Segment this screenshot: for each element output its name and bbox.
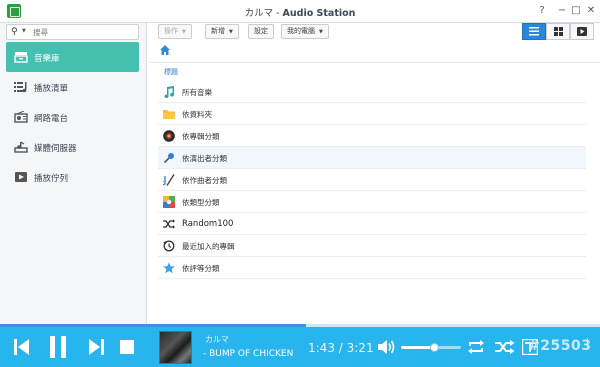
album-icon [163, 130, 175, 142]
time-current: 1:43 [308, 341, 335, 355]
settings-button[interactable]: 設定 [248, 24, 274, 39]
radio-icon [14, 110, 28, 123]
maximize-icon[interactable]: □ [570, 4, 582, 18]
chevron-down-icon[interactable]: ▼ [22, 28, 26, 34]
list-view-button[interactable] [522, 23, 546, 40]
list-item-recently-added[interactable]: 最近加入的專輯 [158, 235, 586, 257]
cover-flow-view-button[interactable] [570, 23, 594, 40]
list-item-all-music[interactable]: 所有音樂 [158, 81, 586, 103]
column-header-title[interactable]: 標題 [164, 67, 178, 77]
track-artist: - BUMP OF CHICKEN [203, 349, 294, 359]
window-title-app: Audio Station [282, 8, 356, 19]
sidebar-item-label: 媒體伺服器 [34, 144, 77, 154]
music-note-icon [163, 86, 175, 99]
list-item-by-genre[interactable]: 依類型分類 [158, 191, 586, 213]
play-queue-icon [14, 171, 28, 183]
genre-icon [163, 196, 175, 208]
help-icon[interactable]: ? [536, 4, 548, 18]
search-icon[interactable]: ⚲ [11, 27, 18, 38]
shuffle-icon [163, 218, 175, 230]
repeat-icon[interactable] [467, 339, 485, 357]
library-icon [14, 51, 28, 63]
watermark: #25503 [528, 338, 592, 354]
new-button-label: 新增 [211, 27, 225, 35]
chevron-down-icon: ▼ [182, 29, 186, 35]
list-item-by-artist[interactable]: 依演出者分類 [158, 147, 586, 169]
folder-icon [163, 108, 175, 120]
grid-view-icon [553, 27, 563, 36]
list-item-label: 依評等分類 [182, 264, 220, 273]
settings-button-label: 設定 [254, 27, 268, 35]
album-cover[interactable] [159, 331, 192, 364]
playlist-icon [14, 81, 28, 93]
media-server-icon [14, 141, 28, 153]
chevron-down-icon: ▼ [229, 29, 233, 35]
list-item-by-rating[interactable]: 依評等分類 [158, 257, 586, 279]
window-title-track: カルマ - [244, 8, 283, 19]
list-item-by-album[interactable]: 依專輯分類 [158, 125, 586, 147]
player-bar: カルマ - BUMP OF CHICKEN 1:43 / 3:21 #25503… [0, 327, 600, 367]
search-input[interactable] [33, 26, 133, 38]
list-item-random100[interactable]: Random100 [158, 213, 586, 235]
my-computer-button-label: 我的電腦 [287, 27, 315, 35]
sidebar-item-media-server[interactable]: 媒體伺服器 [6, 132, 139, 162]
pause-icon[interactable] [49, 336, 67, 358]
grid-view-button[interactable] [546, 23, 570, 40]
chevron-down-icon: ▼ [319, 29, 323, 35]
home-icon[interactable] [160, 45, 170, 55]
time-separator: / [334, 341, 347, 355]
composer-icon [160, 174, 175, 186]
minimize-icon[interactable]: − [556, 4, 568, 18]
sidebar-item-label: 播放清單 [34, 84, 69, 94]
sidebar-item-label: 音樂庫 [34, 54, 60, 64]
more-options-icon[interactable]: ⋮ [583, 338, 592, 356]
list-item-label: Random100 [182, 219, 234, 229]
sidebar-item-library[interactable]: 音樂庫 [6, 42, 139, 72]
list-item-by-folder[interactable]: 依資料夾 [158, 103, 586, 125]
title-bar: カルマ - Audio Station ? − □ ✕ [0, 0, 600, 23]
sidebar-item-playlist[interactable]: 播放清單 [6, 72, 139, 102]
volume-slider[interactable] [401, 343, 461, 352]
volume-icon[interactable] [378, 339, 396, 357]
list-item-label: 最近加入的專輯 [182, 242, 235, 251]
stop-icon[interactable] [120, 340, 134, 358]
track-title: カルマ [205, 335, 229, 344]
my-computer-button[interactable]: 我的電腦 ▼ [281, 24, 329, 39]
sidebar: ⚲ ▼ 音樂庫 播放清單 網路電台 媒體伺服器 播放佇列 [0, 23, 147, 325]
shuffle-mode-icon[interactable] [495, 339, 515, 357]
sidebar-item-play-queue[interactable]: 播放佇列 [6, 162, 139, 192]
list-view-icon [529, 27, 539, 36]
sidebar-item-label: 播放佇列 [34, 174, 69, 184]
close-icon[interactable]: ✕ [585, 4, 597, 18]
time-total: 3:21 [346, 341, 374, 355]
list-item-label: 依類型分類 [182, 198, 220, 207]
time-display: 1:43 / 3:21 [308, 341, 374, 355]
cover-flow-icon [577, 27, 587, 36]
list-item-label: 所有音樂 [182, 88, 212, 97]
previous-track-icon[interactable] [14, 338, 30, 356]
action-button[interactable]: 操作 ▼ [158, 24, 192, 39]
sidebar-item-label: 網路電台 [34, 114, 69, 124]
list-item-by-composer[interactable]: 依作曲者分類 [158, 169, 586, 191]
microphone-icon [163, 152, 175, 164]
new-button[interactable]: 新增 ▼ [205, 24, 239, 39]
list-item-label: 依專輯分類 [182, 132, 220, 141]
divider [148, 62, 600, 63]
window-title: カルマ - Audio Station [0, 5, 600, 19]
list-item-label: 依演出者分類 [182, 154, 227, 163]
toolbar: 操作 ▼ 新增 ▼ 設定 我的電腦 ▼ [148, 23, 600, 41]
search-box[interactable]: ⚲ ▼ [6, 24, 139, 40]
action-button-label: 操作 [164, 27, 178, 35]
sidebar-item-radio[interactable]: 網路電台 [6, 102, 139, 132]
star-icon [163, 262, 175, 274]
recent-icon [163, 240, 175, 252]
list-item-label: 依資料夾 [182, 110, 212, 119]
next-track-icon[interactable] [88, 338, 104, 356]
volume-slider-handle[interactable] [429, 343, 439, 352]
list-item-label: 依作曲者分類 [182, 176, 227, 185]
